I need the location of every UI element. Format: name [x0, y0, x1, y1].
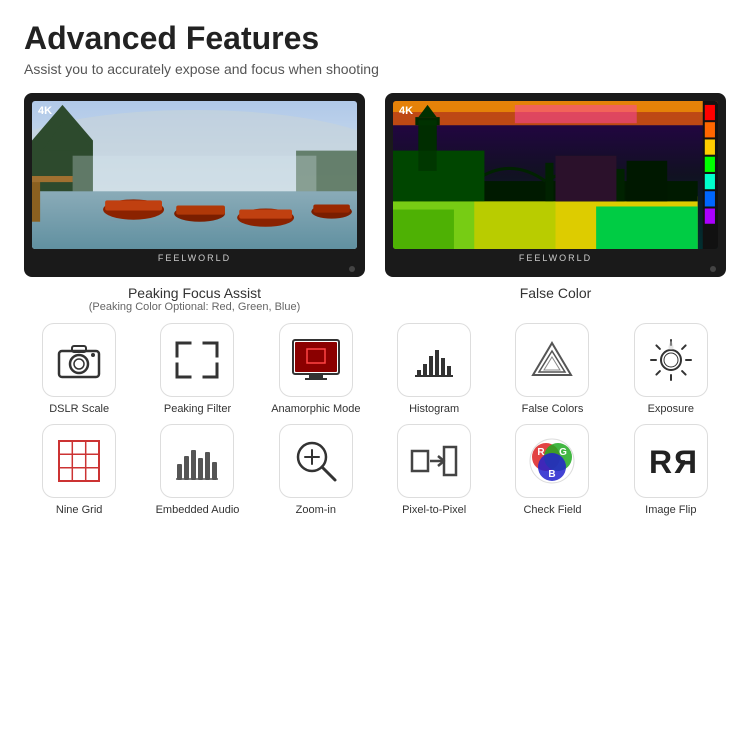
histogram-icon-box [397, 323, 471, 397]
embedded-audio-icon [172, 436, 222, 486]
anamorphic-mode-icon [289, 336, 343, 384]
svg-text:B: B [549, 469, 556, 480]
feature-embedded-audio: Embedded Audio [142, 424, 252, 517]
monitor-device-peaking: 4K [24, 93, 365, 277]
feature-pixel-to-pixel: Pixel-to-Pixel [379, 424, 489, 517]
monitor-dot-2 [710, 266, 716, 272]
feature-exposure: Exposure [616, 323, 726, 416]
caption-title-2: False Color [520, 285, 592, 301]
zoom-in-icon [291, 436, 341, 486]
feature-dslr-scale: DSLR Scale [24, 323, 134, 416]
peaking-filter-label: Peaking Filter [164, 402, 231, 416]
histogram-label: Histogram [409, 402, 459, 416]
monitor-dot-1 [349, 266, 355, 272]
zoom-in-label: Zoom-in [296, 503, 336, 517]
peaking-filter-icon [172, 338, 222, 382]
dslr-scale-icon [55, 339, 103, 381]
anamorphic-mode-label: Anamorphic Mode [271, 402, 360, 416]
monitor-screen-false-color: 4K [393, 101, 718, 249]
monitor-device-false-color: 4K [385, 93, 726, 277]
embedded-audio-label: Embedded Audio [156, 503, 240, 517]
feature-anamorphic-mode: Anamorphic Mode [261, 323, 371, 416]
svg-text:R: R [538, 447, 546, 458]
pixel-to-pixel-icon-box [397, 424, 471, 498]
nine-grid-label: Nine Grid [56, 503, 102, 517]
false-colors-icon [527, 337, 577, 383]
histogram-icon [410, 338, 458, 382]
svg-text:R: R [649, 444, 672, 480]
page-title: Advanced Features [24, 20, 726, 57]
caption-title-1: Peaking Focus Assist [89, 285, 301, 301]
pixel-to-pixel-icon [408, 439, 460, 483]
monitors-row: 4K [24, 93, 726, 313]
image-flip-label: Image Flip [645, 503, 696, 517]
pixel-to-pixel-label: Pixel-to-Pixel [402, 503, 466, 517]
zoom-in-icon-box [279, 424, 353, 498]
page-container: Advanced Features Assist you to accurate… [0, 0, 750, 542]
dslr-scale-label: DSLR Scale [49, 402, 109, 416]
features-grid-row1: DSLR Scale Pe [24, 323, 726, 416]
image-flip-icon-box: R R [634, 424, 708, 498]
peaking-filter-icon-box [160, 323, 234, 397]
feature-histogram: Histogram [379, 323, 489, 416]
dslr-scale-icon-box [42, 323, 116, 397]
image-flip-icon: R R [645, 439, 697, 483]
monitor-caption-peaking: Peaking Focus Assist (Peaking Color Opti… [89, 285, 301, 313]
svg-text:G: G [560, 447, 568, 458]
features-grid-row2: Nine Grid [24, 424, 726, 517]
monitor-caption-false-color: False Color [520, 285, 592, 301]
false-colors-icon-box [515, 323, 589, 397]
check-field-icon-box: R G B [515, 424, 589, 498]
exposure-icon [646, 335, 696, 385]
embedded-audio-icon-box [160, 424, 234, 498]
features-section: DSLR Scale Pe [24, 323, 726, 518]
monitor-brand-2: FEELWORLD [393, 253, 718, 263]
anamorphic-mode-icon-box [279, 323, 353, 397]
page-subtitle: Assist you to accurately expose and focu… [24, 61, 726, 77]
monitor-brand-1: FEELWORLD [32, 253, 357, 263]
nine-grid-icon [54, 436, 104, 486]
monitor-screen-peaking: 4K [32, 101, 357, 249]
monitor-4k-label: 4K [38, 105, 52, 117]
feature-peaking-filter: Peaking Filter [142, 323, 252, 416]
check-field-label: Check Field [523, 503, 581, 517]
nine-grid-icon-box [42, 424, 116, 498]
exposure-icon-box [634, 323, 708, 397]
exposure-label: Exposure [648, 402, 694, 416]
monitor-4k-label-2: 4K [399, 105, 413, 117]
feature-zoom-in: Zoom-in [261, 424, 371, 517]
monitor-peaking: 4K [24, 93, 365, 313]
feature-check-field: R G B Check Field [497, 424, 607, 517]
caption-sub-1: (Peaking Color Optional: Red, Green, Blu… [89, 301, 301, 313]
feature-false-colors: False Colors [497, 323, 607, 416]
false-colors-label: False Colors [522, 402, 584, 416]
monitor-false-color: 4K [385, 93, 726, 313]
svg-text:R: R [674, 444, 697, 480]
feature-nine-grid: Nine Grid [24, 424, 134, 517]
feature-image-flip: R R Image Flip [616, 424, 726, 517]
check-field-icon: R G B [526, 435, 578, 487]
